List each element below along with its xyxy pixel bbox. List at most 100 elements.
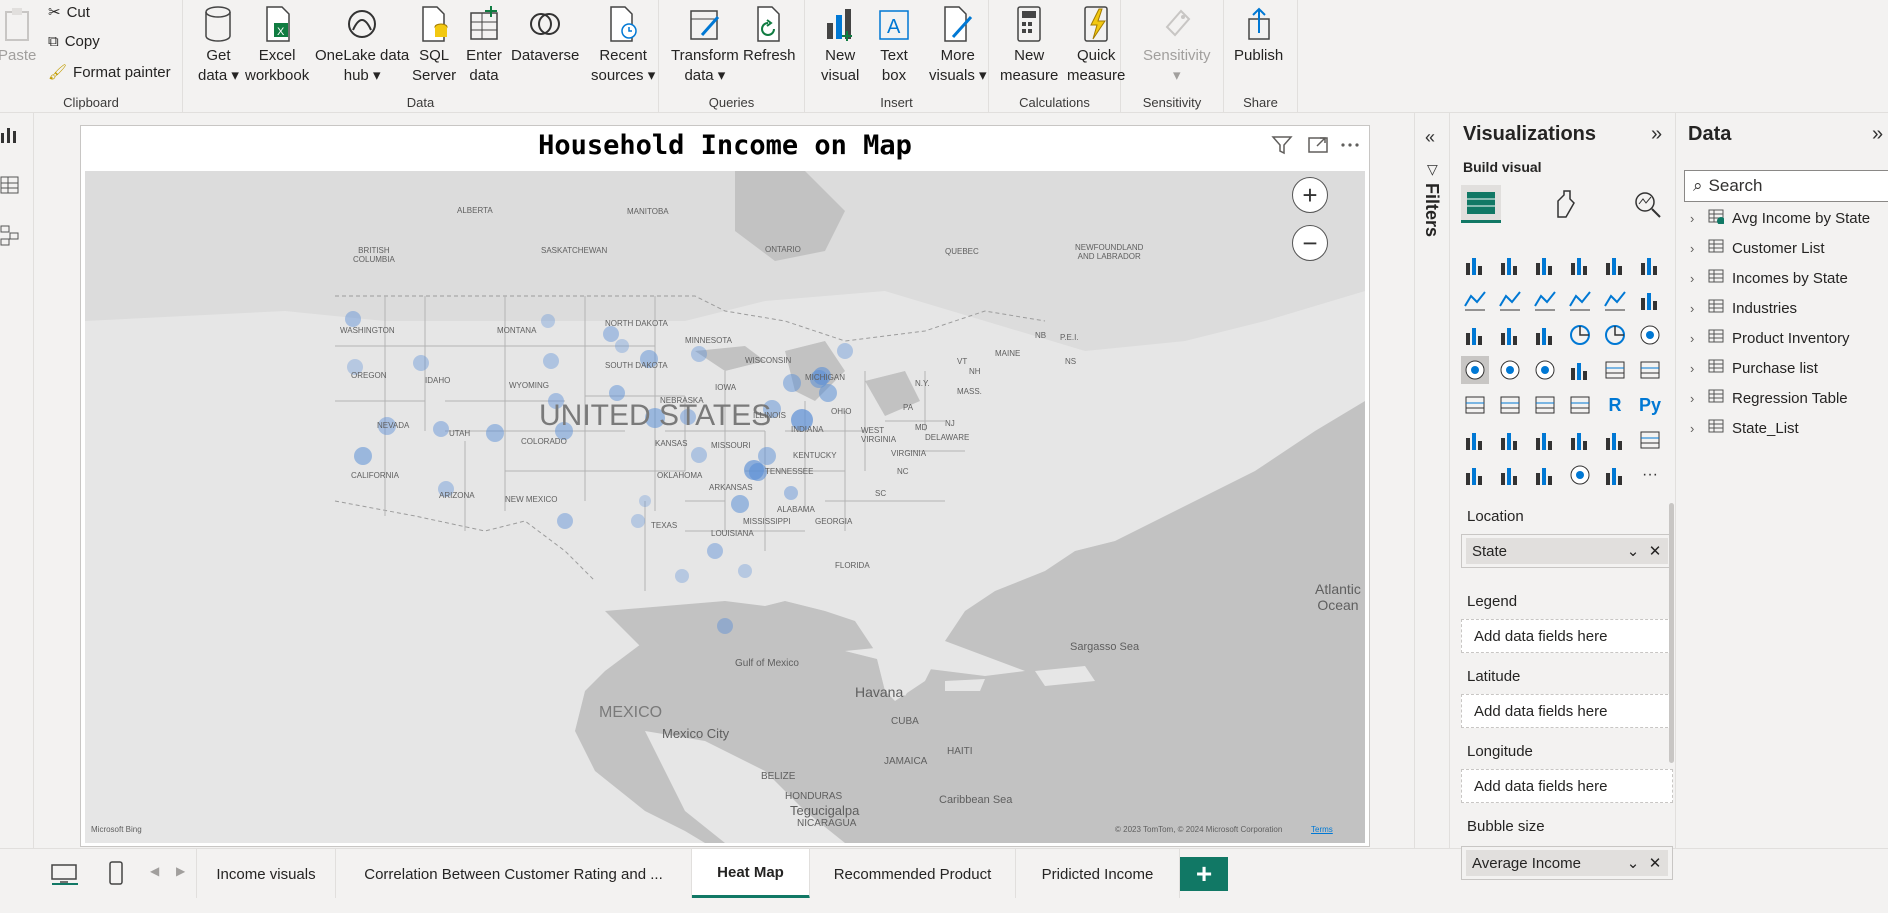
donut-chart-icon[interactable] bbox=[1601, 321, 1629, 349]
bubble-size-well[interactable]: Average Income ⌄ ✕ bbox=[1461, 846, 1673, 880]
data-table-item[interactable]: › Purchase list bbox=[1690, 356, 1818, 380]
data-table-item[interactable]: › Customer List bbox=[1690, 236, 1825, 260]
chevron-right-icon[interactable]: › bbox=[1690, 421, 1700, 436]
data-table-item[interactable]: › Product Inventory bbox=[1690, 326, 1850, 350]
zoom-in-button[interactable]: + bbox=[1292, 177, 1328, 213]
qa-icon[interactable] bbox=[1531, 426, 1559, 454]
more-visuals-icon[interactable]: ··· bbox=[1636, 461, 1664, 489]
tab-income-visuals[interactable]: Income visuals bbox=[196, 849, 336, 899]
table-icon[interactable] bbox=[1531, 391, 1559, 419]
quick-measure-button[interactable]: Quick measure bbox=[1067, 2, 1125, 86]
tab-correlation[interactable]: Correlation Between Customer Rating and … bbox=[336, 849, 692, 899]
chevron-down-icon[interactable]: ⌄ bbox=[1624, 542, 1642, 560]
table-view-icon[interactable] bbox=[0, 173, 20, 197]
pie-chart-icon[interactable] bbox=[1566, 321, 1594, 349]
latitude-well[interactable]: Add data fields here bbox=[1461, 694, 1673, 728]
tab-recommended-product[interactable]: Recommended Product bbox=[810, 849, 1016, 899]
desktop-layout-icon[interactable] bbox=[50, 863, 80, 885]
treemap-icon[interactable] bbox=[1636, 321, 1664, 349]
more-visuals-button[interactable]: More visuals ▾ bbox=[929, 2, 987, 86]
prev-page-icon[interactable]: ◀ bbox=[150, 864, 159, 878]
r-visual-icon[interactable]: R bbox=[1601, 391, 1629, 419]
data-table-item[interactable]: › Avg Income by State bbox=[1690, 206, 1870, 230]
clustered-column-chart-icon[interactable] bbox=[1566, 251, 1594, 279]
refresh-button[interactable]: Refresh bbox=[743, 2, 796, 66]
collapse-data-icon[interactable]: » bbox=[1872, 123, 1883, 146]
mobile-layout-icon[interactable] bbox=[108, 861, 124, 885]
stacked-bar-chart-icon[interactable] bbox=[1461, 251, 1489, 279]
funnel-chart-icon[interactable] bbox=[1496, 321, 1524, 349]
metrics-icon[interactable] bbox=[1531, 461, 1559, 489]
gauge-icon[interactable] bbox=[1566, 356, 1594, 384]
waterfall-chart-icon[interactable] bbox=[1461, 321, 1489, 349]
clustered-bar-chart-icon[interactable] bbox=[1531, 251, 1559, 279]
data-table-item[interactable]: › Regression Table bbox=[1690, 386, 1848, 410]
100-bar-chart-icon[interactable] bbox=[1601, 251, 1629, 279]
longitude-well[interactable]: Add data fields here bbox=[1461, 769, 1673, 803]
get-data-button[interactable]: Get data ▾ bbox=[198, 2, 239, 86]
chevron-right-icon[interactable]: › bbox=[1690, 301, 1700, 316]
text-box-button[interactable]: A Text box bbox=[875, 2, 913, 86]
chevron-right-icon[interactable]: › bbox=[1690, 271, 1700, 286]
more-options-icon[interactable] bbox=[1339, 134, 1361, 156]
key-influencers-icon[interactable] bbox=[1461, 426, 1489, 454]
excel-workbook-button[interactable]: X Excel workbook bbox=[245, 2, 309, 86]
power-apps-icon[interactable] bbox=[1461, 461, 1489, 489]
cut-button[interactable]: ✂ Cut bbox=[48, 3, 90, 22]
data-search-input[interactable]: ⌕ Search bbox=[1684, 170, 1888, 202]
publish-button[interactable]: Publish bbox=[1234, 2, 1283, 66]
python-visual-icon[interactable]: Py bbox=[1636, 391, 1664, 419]
azure-map-icon[interactable] bbox=[1531, 356, 1559, 384]
transform-data-button[interactable]: Transform data ▾ bbox=[671, 2, 739, 86]
chevron-right-icon[interactable]: › bbox=[1690, 391, 1700, 406]
format-visual-tab[interactable] bbox=[1545, 185, 1585, 223]
new-measure-button[interactable]: New measure bbox=[1000, 2, 1058, 86]
tab-pridicted-income[interactable]: Pridicted Income bbox=[1016, 849, 1180, 899]
bubble-size-field-chip[interactable]: Average Income ⌄ ✕ bbox=[1466, 850, 1668, 876]
area-chart-icon[interactable] bbox=[1496, 286, 1524, 314]
filter-icon[interactable] bbox=[1271, 134, 1293, 156]
line-column-chart-icon[interactable] bbox=[1566, 286, 1594, 314]
map-visual[interactable]: Household Income on Map UNITED STATES ME… bbox=[80, 125, 1370, 847]
paginated-report-icon[interactable] bbox=[1636, 426, 1664, 454]
sensitivity-button[interactable]: Sensitivity ▾ bbox=[1143, 2, 1211, 86]
chevron-right-icon[interactable]: › bbox=[1690, 211, 1700, 226]
report-view-icon[interactable] bbox=[0, 123, 20, 147]
collapse-right-icon[interactable]: » bbox=[1651, 123, 1662, 146]
copy-button[interactable]: ⧉ Copy bbox=[48, 33, 100, 50]
next-page-icon[interactable]: ▶ bbox=[176, 864, 185, 878]
line-chart-icon[interactable] bbox=[1461, 286, 1489, 314]
stacked-column-chart-icon[interactable] bbox=[1496, 251, 1524, 279]
slicer-icon[interactable] bbox=[1496, 391, 1524, 419]
chevron-right-icon[interactable]: › bbox=[1690, 241, 1700, 256]
100-column-chart-icon[interactable] bbox=[1636, 251, 1664, 279]
chevron-down-icon[interactable]: ⌄ bbox=[1624, 854, 1642, 872]
build-visual-tab[interactable] bbox=[1461, 185, 1501, 223]
remove-field-icon[interactable]: ✕ bbox=[1646, 542, 1664, 560]
line-clustered-column-icon[interactable] bbox=[1601, 286, 1629, 314]
remove-field-icon[interactable]: ✕ bbox=[1646, 854, 1664, 872]
decomposition-tree-icon[interactable] bbox=[1496, 426, 1524, 454]
map-terms-link[interactable]: Terms bbox=[1311, 825, 1333, 834]
trophy-icon[interactable] bbox=[1601, 426, 1629, 454]
filters-pane-collapsed[interactable]: « ▽ Filters bbox=[1414, 113, 1450, 848]
data-table-item[interactable]: › Industries bbox=[1690, 296, 1797, 320]
map-icon[interactable] bbox=[1461, 356, 1489, 384]
ribbon-chart-icon[interactable] bbox=[1636, 286, 1664, 314]
data-table-item[interactable]: › State_List bbox=[1690, 416, 1799, 440]
shape-map-icon[interactable] bbox=[1566, 461, 1594, 489]
visualizations-scrollbar[interactable] bbox=[1669, 503, 1674, 763]
add-page-button[interactable]: + bbox=[1180, 857, 1228, 891]
chevron-right-icon[interactable]: › bbox=[1690, 331, 1700, 346]
focus-mode-icon[interactable] bbox=[1307, 134, 1329, 156]
matrix-icon[interactable] bbox=[1566, 391, 1594, 419]
card-icon[interactable] bbox=[1601, 356, 1629, 384]
stacked-area-chart-icon[interactable] bbox=[1531, 286, 1559, 314]
chevron-right-icon[interactable]: › bbox=[1690, 361, 1700, 376]
multi-row-card-icon[interactable] bbox=[1636, 356, 1664, 384]
onelake-hub-button[interactable]: OneLake data hub ▾ bbox=[315, 2, 409, 86]
power-automate-icon[interactable] bbox=[1496, 461, 1524, 489]
dataverse-button[interactable]: Dataverse bbox=[511, 2, 579, 66]
collapse-left-icon[interactable]: « bbox=[1425, 127, 1435, 148]
model-view-icon[interactable] bbox=[0, 223, 20, 247]
